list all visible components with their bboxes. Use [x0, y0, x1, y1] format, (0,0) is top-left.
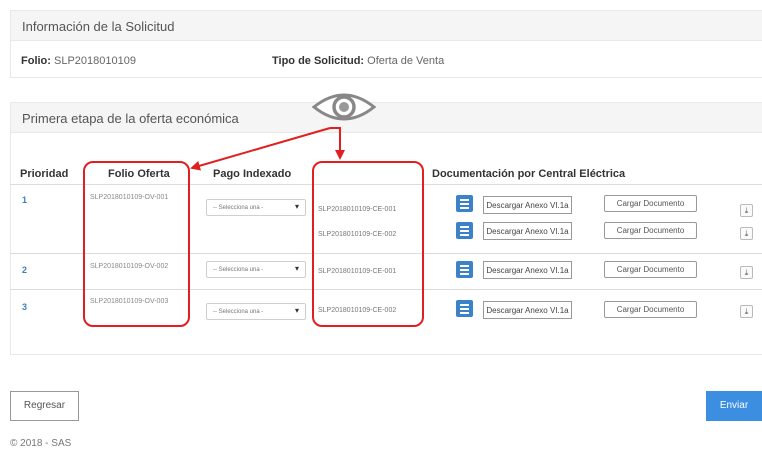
regresar-button[interactable]: Regresar	[10, 391, 79, 421]
annotation-arrows	[190, 127, 345, 171]
footer-copyright: © 2018 - SAS	[10, 438, 72, 449]
enviar-button[interactable]: Enviar	[706, 391, 762, 421]
